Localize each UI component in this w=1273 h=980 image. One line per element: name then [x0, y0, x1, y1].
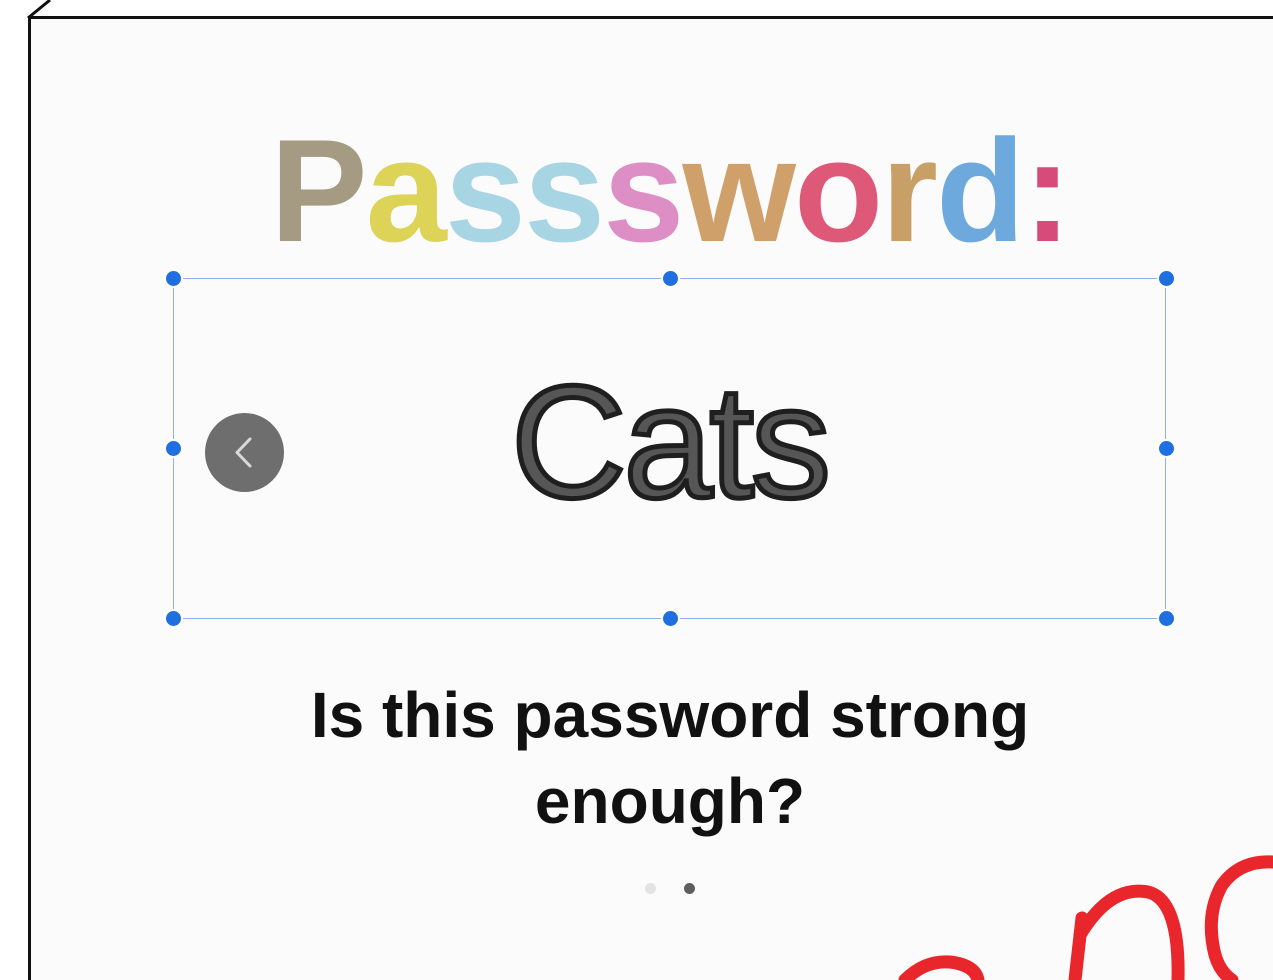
password-example-text[interactable]: Cats [173, 359, 1166, 524]
resize-handle-bottom-left[interactable] [166, 611, 181, 626]
title-letter: P [270, 109, 367, 272]
page-indicator-dot-2[interactable] [684, 883, 695, 894]
resize-handle-bottom-center[interactable] [663, 611, 678, 626]
title-letter: w [682, 109, 796, 272]
page-indicator-dot-1[interactable] [645, 883, 656, 894]
resize-handle-top-left[interactable] [166, 271, 181, 286]
previous-slide-button[interactable] [205, 413, 284, 492]
resize-handle-top-center[interactable] [663, 271, 678, 286]
resize-handle-top-right[interactable] [1159, 271, 1174, 286]
title-letter: s [444, 109, 526, 272]
question-text: Is this password strong enough? [310, 679, 1030, 837]
chevron-left-icon [235, 437, 252, 468]
resize-handle-bottom-right[interactable] [1159, 611, 1174, 626]
title-letter: : [1023, 109, 1072, 272]
title-letter: s [523, 109, 605, 272]
title-letter: a [365, 109, 447, 272]
slide-canvas: Passsword: Cats Is this password strong … [0, 0, 1273, 980]
title-letter: d [935, 109, 1025, 272]
title-letter: r [881, 109, 938, 272]
slide-title: Passsword: [0, 118, 1273, 264]
title-letter: s [603, 109, 684, 272]
title-letter: o [793, 109, 883, 272]
